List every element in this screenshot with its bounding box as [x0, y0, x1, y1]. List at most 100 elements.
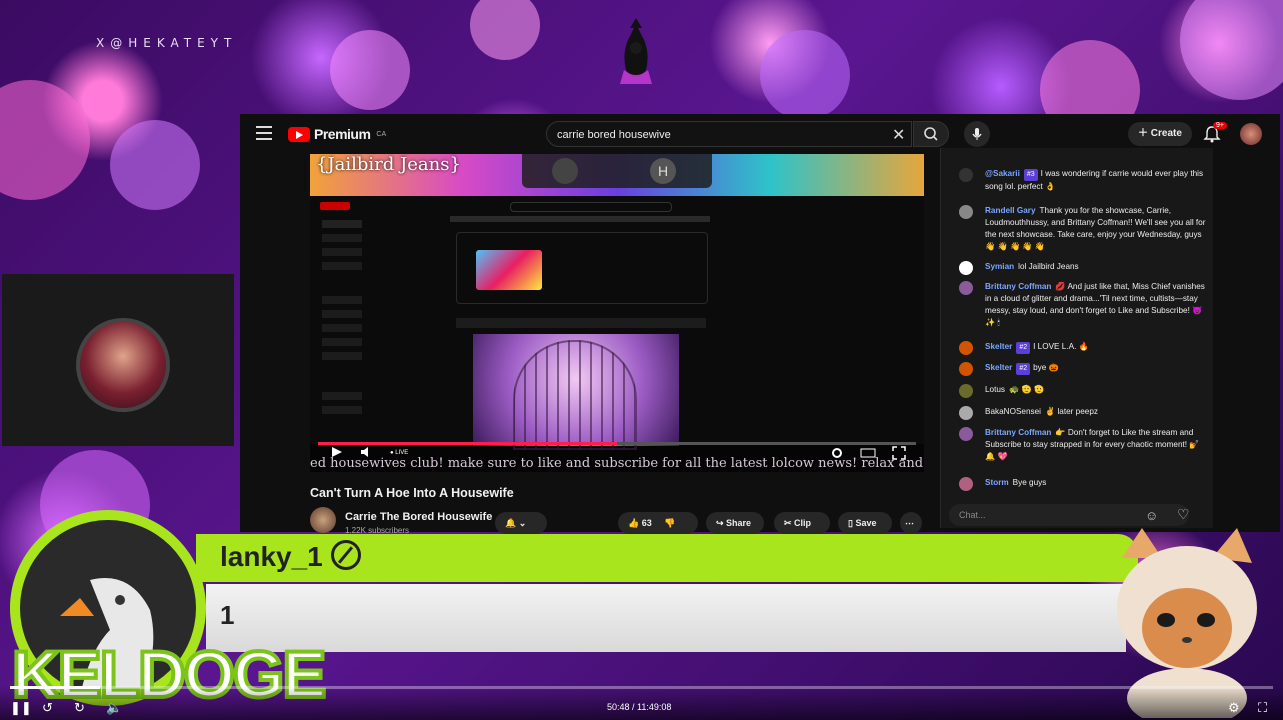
like-dislike-group: 👍 63 👎: [618, 512, 698, 534]
chat-avatar: [959, 168, 973, 182]
save-button[interactable]: ▯ Save: [838, 512, 892, 534]
nested-sidebar-item: [322, 248, 362, 256]
nested-sidebar-item: [322, 352, 362, 360]
video-progress-bar[interactable]: [318, 442, 916, 445]
chat-rank-badge: #2: [1016, 342, 1031, 354]
chat-author[interactable]: Skelter: [985, 363, 1012, 372]
clip-label: Clip: [794, 518, 812, 528]
extension-icon: [552, 158, 578, 184]
nested-channel-tabs: [450, 216, 710, 222]
subscription-bell-button[interactable]: 🔔 ⌄: [495, 512, 547, 534]
channel-name[interactable]: Carrie The Bored Housewife: [345, 511, 492, 523]
thumbs-up-icon: 👍: [628, 518, 640, 528]
chat-author-plain[interactable]: Lotus: [985, 385, 1005, 394]
nested-sidebar-item: [322, 324, 362, 332]
microphone-icon: [972, 128, 982, 140]
progress-fill: [318, 442, 617, 445]
fullscreen-icon[interactable]: ⛶: [1258, 700, 1267, 716]
forward-icon[interactable]: ↻: [74, 700, 85, 716]
nested-sidebar-item: [322, 406, 362, 414]
chat-author[interactable]: Symian: [985, 262, 1014, 271]
chat-author-plain[interactable]: BakaNOSensei: [985, 407, 1041, 416]
voice-search-button[interactable]: [964, 121, 990, 147]
share-button[interactable]: ↪ Share: [706, 512, 764, 534]
chat-text: I LOVE L.A. 🔥: [1033, 342, 1089, 351]
browser-tab-overlay: H: [522, 154, 712, 188]
chat-message: Skelter #2 bye 🎃: [959, 362, 1211, 376]
fullscreen-icon[interactable]: [892, 446, 906, 460]
video-title: Can't Turn A Hoe Into A Housewife: [310, 486, 514, 500]
heart-icon[interactable]: ♡: [1177, 506, 1190, 523]
stream-seek-bar[interactable]: [10, 686, 1273, 689]
volume-icon[interactable]: 🔈: [106, 700, 122, 716]
chat-message: BakaNOSensei ✌ later peepz: [959, 406, 1211, 420]
more-icon: ⋯: [905, 518, 914, 528]
chat-avatar: [959, 261, 973, 275]
channel-avatar[interactable]: [310, 507, 336, 533]
notification-count-badge: 9+: [1213, 122, 1227, 129]
chat-avatar: [959, 341, 973, 355]
clear-search-icon[interactable]: ✕: [892, 125, 905, 145]
like-count: 63: [641, 518, 652, 528]
search-button[interactable]: [913, 121, 949, 147]
youtube-premium-logo[interactable]: Premium CA: [288, 126, 386, 142]
chat-avatar: [959, 281, 973, 295]
like-button[interactable]: 👍 63: [628, 518, 652, 528]
playback-time: 50:48 / 11:49:08: [607, 702, 672, 712]
rewind-icon[interactable]: ↺: [42, 700, 53, 716]
chat-avatar: [959, 477, 973, 491]
chat-author[interactable]: Brittany Coffman: [985, 282, 1051, 291]
nested-sidebar-item: [322, 310, 362, 318]
account-avatar[interactable]: [1240, 123, 1262, 145]
chat-author[interactable]: Randell Gary: [985, 206, 1036, 215]
video-player[interactable]: {Jailbird Jeans} H ● LIVE ed housewives …: [310, 154, 924, 472]
nested-sidebar-item: [322, 338, 362, 346]
nested-post-header: [456, 318, 706, 328]
emoji-icon[interactable]: ☺: [1145, 508, 1158, 523]
logo-text: Premium: [314, 126, 371, 142]
hamburger-menu-icon[interactable]: [256, 126, 272, 140]
search-input[interactable]: carrie bored housewive: [546, 121, 912, 147]
streamer-avatar: [76, 318, 170, 412]
pause-icon[interactable]: ❚❚: [10, 700, 32, 716]
create-label: Create: [1150, 128, 1182, 139]
chat-author[interactable]: @Sakarii: [985, 169, 1020, 178]
chat-author[interactable]: Skelter: [985, 342, 1012, 351]
webcam-feed: [2, 274, 234, 446]
share-label: Share: [726, 518, 752, 528]
nested-sidebar-item: [322, 234, 362, 242]
bokeh-light: [330, 30, 410, 110]
thumbs-down-icon: 👎: [664, 518, 676, 528]
search-icon: [924, 127, 938, 141]
alert-message: 1: [220, 600, 235, 630]
chat-message: Brittany Coffman 👉 Don't forget to Like t…: [959, 427, 1211, 463]
share-icon: ↪: [716, 518, 727, 528]
settings-gear-icon[interactable]: [830, 446, 844, 460]
verified-circle-icon: [330, 540, 361, 570]
more-actions-button[interactable]: ⋯: [900, 512, 922, 534]
caged-woman-image: [473, 334, 679, 450]
chat-message: Brittany Coffman 💋 And just like that, Mi…: [959, 281, 1211, 329]
nested-sidebar-item: [322, 262, 362, 270]
chat-text: bye 🎃: [1033, 363, 1059, 372]
banner-title: {Jailbird Jeans}: [316, 154, 461, 175]
chat-avatar: [959, 406, 973, 420]
chat-avatar: [959, 362, 973, 376]
channel-banner: {Jailbird Jeans} H: [310, 154, 924, 196]
settings-gear-icon[interactable]: ⚙: [1228, 700, 1240, 716]
post-thumbnail: [476, 250, 542, 290]
alert-message-box: [206, 584, 1126, 652]
save-label: Save: [855, 518, 877, 528]
nested-sidebar-item: [322, 296, 362, 304]
chat-author[interactable]: Brittany Coffman: [985, 428, 1051, 437]
clip-button[interactable]: ✂ Clip: [774, 512, 830, 534]
chat-message: Symian lol Jailbird Jeans: [959, 261, 1211, 275]
chevron-down-icon: ⌄: [518, 518, 527, 528]
dislike-button[interactable]: 👎: [664, 518, 675, 528]
alert-username: lanky_1: [220, 540, 361, 573]
chat-author[interactable]: Storm: [985, 478, 1009, 487]
create-button[interactable]: ＋ Create: [1128, 122, 1192, 146]
bokeh-light: [760, 30, 850, 120]
theater-mode-icon[interactable]: [860, 448, 876, 458]
nested-sidebar-item: [322, 392, 362, 400]
